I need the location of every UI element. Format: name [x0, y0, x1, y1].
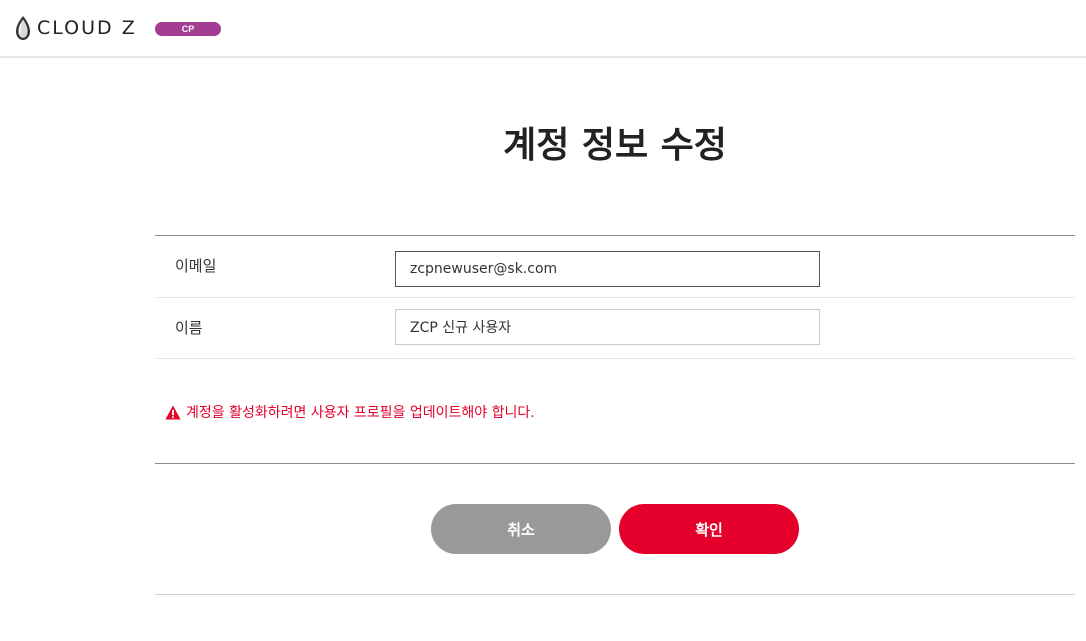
name-field[interactable] — [395, 309, 820, 345]
account-form: 이메일 이름 — [155, 235, 1075, 359]
warning-text: 계정을 활성화하려면 사용자 프로필을 업데이트해야 합니다. — [186, 405, 535, 421]
email-label: 이메일 — [175, 257, 217, 275]
name-label: 이름 — [175, 319, 203, 337]
name-row: 이름 — [155, 298, 1075, 359]
divider — [155, 594, 1075, 595]
warning-triangle-icon — [165, 405, 181, 419]
email-row: 이메일 — [155, 236, 1075, 298]
divider — [155, 463, 1075, 464]
confirm-button[interactable]: 확인 — [619, 504, 799, 554]
product-badge: CP — [155, 22, 221, 36]
top-header: CLOUD Z CP — [0, 0, 1086, 58]
logo[interactable]: CLOUD Z — [14, 15, 137, 41]
cancel-button[interactable]: 취소 — [431, 504, 611, 554]
page-title: 계정 정보 수정 — [503, 125, 727, 166]
logo-drop-icon — [16, 16, 30, 40]
warning-message: 계정을 활성화하려면 사용자 프로필을 업데이트해야 합니다. — [165, 402, 535, 422]
email-field[interactable] — [395, 251, 820, 287]
logo-text: CLOUD Z — [37, 17, 137, 39]
